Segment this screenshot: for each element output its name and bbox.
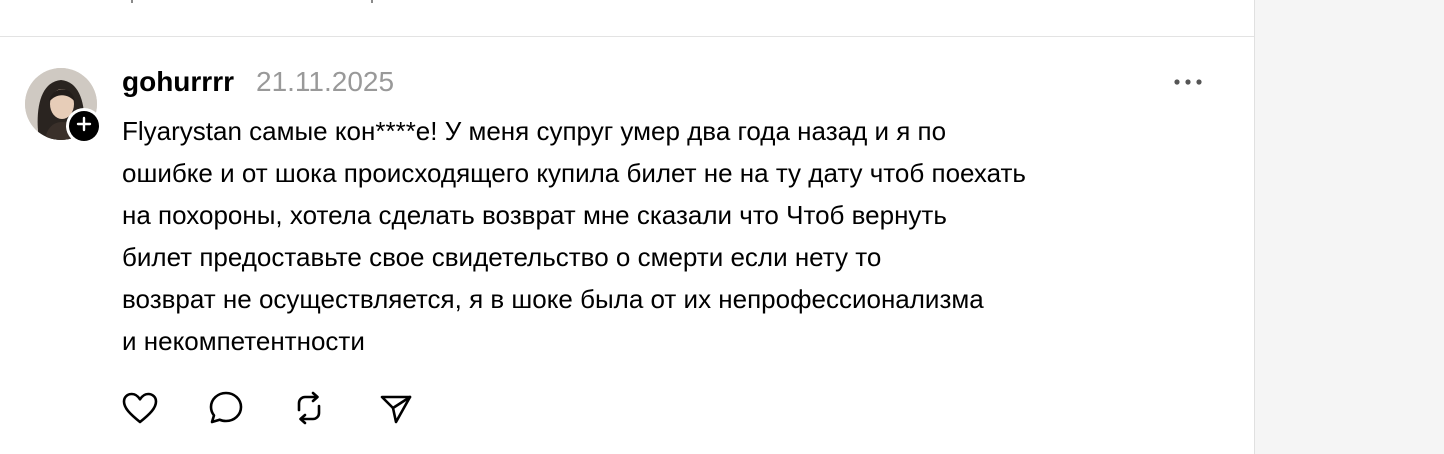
post-text: Flyarystan самые кон****е! У меня супруг… <box>122 110 1222 362</box>
comment-bubble-icon <box>208 390 244 431</box>
post-text-line: ошибке и от шока происходящего купила би… <box>122 158 1026 188</box>
plus-icon <box>76 116 92 137</box>
avatar-container <box>25 68 102 144</box>
right-side-panel <box>1255 0 1444 454</box>
more-options-button[interactable] <box>1168 66 1208 98</box>
author-username[interactable]: gohurrrr <box>122 66 234 98</box>
post-date: 21.11.2025 <box>256 66 395 97</box>
post-text-line: на похороны, хотела сделать возврат мне … <box>122 200 947 230</box>
follow-button[interactable] <box>66 108 102 144</box>
send-icon <box>378 390 414 431</box>
comment-button[interactable] <box>206 390 246 430</box>
post-text-line: и некомпетентности <box>122 326 365 356</box>
repost-button[interactable] <box>289 390 329 430</box>
feed-column: gohurrrr 21.11.2025 Flyarystan самые кон… <box>0 0 1255 454</box>
previous-post-action-tick <box>371 0 373 3</box>
like-button[interactable] <box>120 390 160 430</box>
more-horizontal-icon <box>1173 73 1203 91</box>
post-text-line: Flyarystan самые кон****е! У меня супруг… <box>122 116 947 146</box>
post-divider <box>0 36 1254 37</box>
share-button[interactable] <box>376 390 416 430</box>
heart-icon <box>121 391 159 430</box>
repost-icon <box>291 390 327 431</box>
previous-post-action-tick <box>131 0 133 3</box>
post-text-line: билет предоставьте свое свидетельство о … <box>122 242 882 272</box>
post-text-line: возврат не осуществляется, я в шоке была… <box>122 284 984 314</box>
